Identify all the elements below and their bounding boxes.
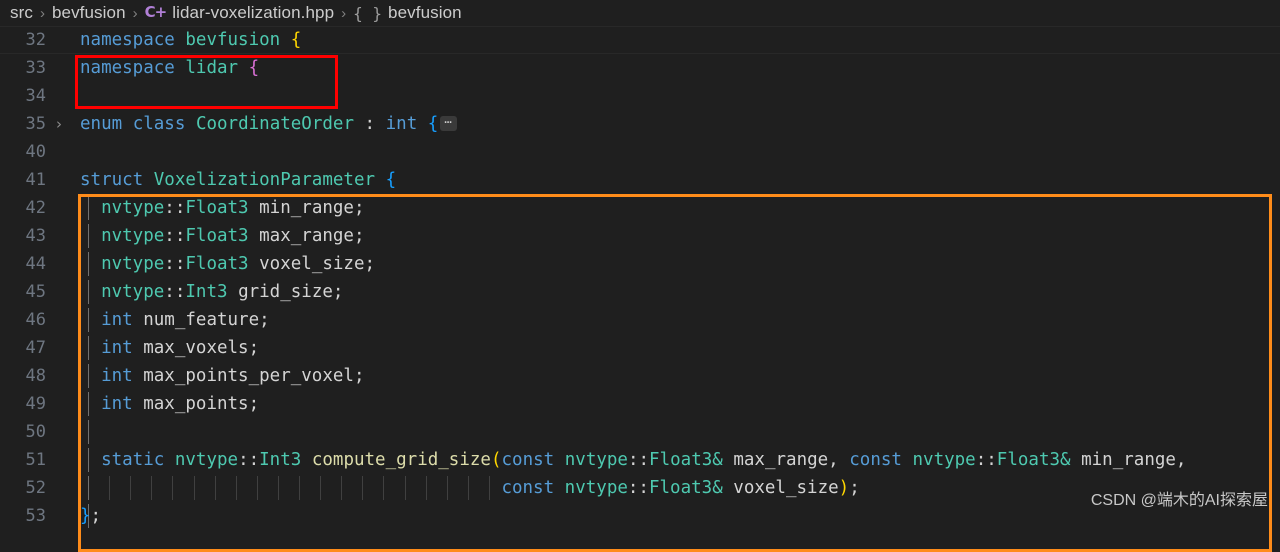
- code-line[interactable]: 40: [0, 138, 1280, 166]
- cpp-file-icon: C+: [144, 3, 168, 21]
- code-text: static nvtype::Int3 compute_grid_size(co…: [101, 450, 1187, 470]
- code-text: namespace lidar {: [80, 58, 260, 78]
- code-text: int max_points_per_voxel;: [101, 366, 365, 386]
- chevron-right-icon[interactable]: ›: [46, 115, 72, 133]
- code-text: nvtype::Float3 voxel_size;: [101, 254, 376, 274]
- code-line[interactable]: 46 int num_feature;: [0, 306, 1280, 334]
- code-text: namespace bevfusion {: [80, 30, 302, 50]
- code-editor[interactable]: 32 namespace bevfusion { 33 namespace li…: [0, 26, 1280, 552]
- line-number: 47: [25, 338, 46, 358]
- line-number: 42: [25, 198, 46, 218]
- code-line[interactable]: 41 struct VoxelizationParameter {: [0, 166, 1280, 194]
- code-text: nvtype::Float3 min_range;: [101, 198, 365, 218]
- code-line[interactable]: 44 nvtype::Float3 voxel_size;: [0, 250, 1280, 278]
- line-number: 49: [25, 394, 46, 414]
- watermark-text: CSDN @端木的AI探索屋: [1090, 492, 1268, 509]
- breadcrumb-item-src[interactable]: src: [10, 3, 33, 23]
- code-line[interactable]: 53 };: [0, 502, 1280, 530]
- code-text: const nvtype::Float3& voxel_size);: [501, 478, 860, 498]
- code-text: struct VoxelizationParameter {: [80, 170, 397, 190]
- code-line[interactable]: 34: [0, 82, 1280, 110]
- breadcrumb-symbol-label: bevfusion: [388, 3, 462, 22]
- line-number: 51: [25, 450, 46, 470]
- folded-region-badge[interactable]: ⋯: [440, 116, 457, 131]
- code-line-folded[interactable]: 35 › enum class CoordinateOrder : int {⋯: [0, 110, 1280, 138]
- code-text: int max_voxels;: [101, 338, 260, 358]
- breadcrumb-file-label: lidar-voxelization.hpp: [172, 3, 335, 22]
- line-number: 53: [25, 506, 46, 526]
- code-line[interactable]: 51 static nvtype::Int3 compute_grid_size…: [0, 446, 1280, 474]
- code-text: int max_points;: [101, 394, 260, 414]
- code-line[interactable]: 47 int max_voxels;: [0, 334, 1280, 362]
- line-number: 44: [25, 254, 46, 274]
- line-number: 45: [25, 282, 46, 302]
- code-line[interactable]: 49 int max_points;: [0, 390, 1280, 418]
- code-text: enum class CoordinateOrder : int {⋯: [72, 114, 457, 134]
- code-text: };: [80, 506, 102, 526]
- code-line[interactable]: 45 nvtype::Int3 grid_size;: [0, 278, 1280, 306]
- breadcrumb-item-symbol[interactable]: { } bevfusion: [353, 3, 462, 23]
- code-text: nvtype::Float3 max_range;: [101, 226, 365, 246]
- code-line[interactable]: 43 nvtype::Float3 max_range;: [0, 222, 1280, 250]
- code-text: nvtype::Int3 grid_size;: [101, 282, 344, 302]
- breadcrumb-separator: ›: [39, 4, 45, 22]
- line-number: 50: [25, 422, 46, 442]
- breadcrumb-item-bevfusion[interactable]: bevfusion: [52, 3, 126, 23]
- breadcrumb: src › bevfusion › C+ lidar-voxelization.…: [0, 0, 1280, 26]
- breadcrumb-separator: ›: [341, 4, 347, 22]
- line-number: 32: [25, 30, 46, 50]
- line-number: 48: [25, 366, 46, 386]
- code-text: int num_feature;: [101, 310, 270, 330]
- line-number: 34: [25, 86, 46, 106]
- namespace-symbol-icon: { }: [353, 3, 383, 23]
- code-line[interactable]: 48 int max_points_per_voxel;: [0, 362, 1280, 390]
- code-line[interactable]: 52 const nvtype::Float3& voxel_size);: [0, 474, 1280, 502]
- line-number: 41: [25, 170, 46, 190]
- code-line[interactable]: 33 namespace lidar {: [0, 54, 1280, 82]
- code-line[interactable]: 32 namespace bevfusion {: [0, 26, 1280, 54]
- line-number: 43: [25, 226, 46, 246]
- code-line[interactable]: 42 nvtype::Float3 min_range;: [0, 194, 1280, 222]
- line-number: 33: [25, 58, 46, 78]
- line-number: 35: [25, 114, 46, 134]
- breadcrumb-separator: ›: [132, 4, 138, 22]
- line-number: 52: [25, 478, 46, 498]
- line-number: 40: [25, 142, 46, 162]
- line-number: 46: [25, 310, 46, 330]
- breadcrumb-item-file[interactable]: C+ lidar-voxelization.hpp: [145, 3, 334, 23]
- code-line[interactable]: 50: [0, 418, 1280, 446]
